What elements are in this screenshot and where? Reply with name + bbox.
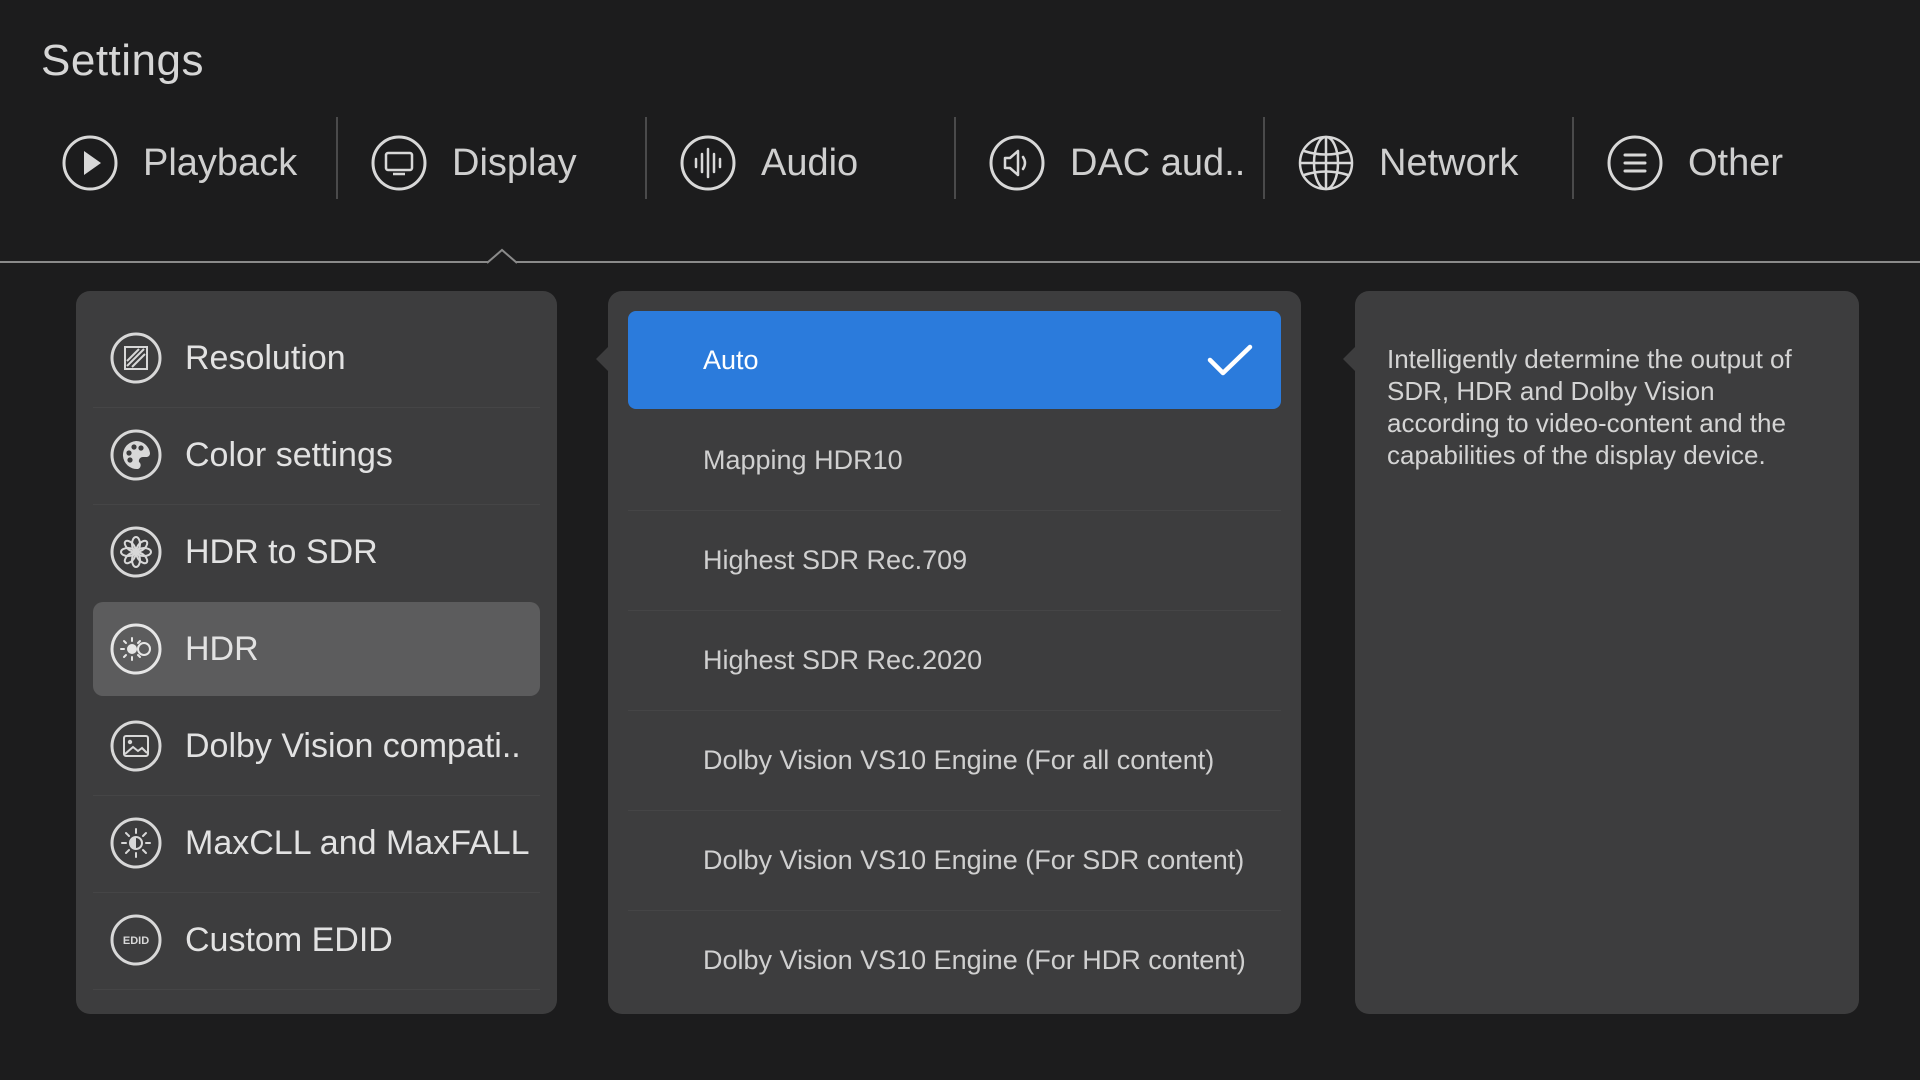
active-tab-indicator (487, 248, 517, 264)
description-panel: Intelligently determine the output of SD… (1343, 291, 1859, 1014)
option-label: Highest SDR Rec.2020 (703, 644, 983, 675)
tab-divider (954, 117, 956, 199)
audio-waveform-icon (679, 134, 737, 192)
option-label: Highest SDR Rec.709 (703, 544, 968, 575)
tab-label: Display (452, 141, 577, 184)
tab-label: Audio (761, 141, 859, 184)
tab-other[interactable]: Other (1606, 117, 1783, 209)
option-label: Dolby Vision VS10 Engine (For HDR conten… (703, 944, 1246, 975)
option-dv-vs10-hdr[interactable]: Dolby Vision VS10 Engine (For HDR conten… (628, 911, 1281, 1009)
option-dv-vs10-all[interactable]: Dolby Vision VS10 Engine (For all conten… (628, 711, 1281, 809)
tab-divider (1572, 117, 1574, 199)
menu-item-maxcll-maxfall[interactable]: MaxCLL and MaxFALL (93, 796, 540, 890)
menu-item-label: Custom EDID (185, 920, 393, 959)
display-menu-panel: Resolution Color settings HDR to SDR HDR (76, 291, 557, 1014)
tab-label: Other (1688, 141, 1784, 184)
hdr-options-panel: Auto Mapping HDR10 Highest SDR Rec.709 H… (596, 291, 1301, 1014)
option-label: Mapping HDR10 (703, 444, 903, 475)
tab-label: Playback (143, 141, 298, 184)
panel-pointer (1343, 346, 1356, 372)
tab-display[interactable]: Display (370, 117, 577, 209)
option-mapping-hdr10[interactable]: Mapping HDR10 (628, 411, 1281, 509)
tab-audio[interactable]: Audio (679, 117, 858, 209)
menu-item-label: Color settings (185, 435, 393, 474)
tab-label: Network (1379, 141, 1519, 184)
tab-playback[interactable]: Playback (61, 117, 297, 209)
brightness-icon (109, 816, 163, 870)
tab-divider (336, 117, 338, 199)
play-icon (61, 134, 119, 192)
menu-divider (93, 989, 540, 990)
tab-bar: Playback Display Audio DAC aud.. Network… (0, 117, 1920, 209)
tab-dac-audio[interactable]: DAC aud.. (988, 117, 1245, 209)
option-description: Intelligently determine the output of SD… (1387, 344, 1792, 470)
monitor-icon (370, 134, 428, 192)
menu-item-resolution[interactable]: Resolution (93, 311, 540, 405)
menu-item-hdr[interactable]: HDR (93, 602, 540, 696)
tab-underline (0, 261, 1920, 263)
panel-pointer (596, 346, 609, 372)
menu-lines-icon (1606, 134, 1664, 192)
option-auto[interactable]: Auto (628, 311, 1281, 409)
hdr-sun-icon (109, 622, 163, 676)
menu-item-dolby-vision-compatibility[interactable]: Dolby Vision compati.. (93, 699, 540, 793)
menu-item-label: HDR to SDR (185, 532, 378, 571)
palette-icon (109, 428, 163, 482)
menu-item-label: MaxCLL and MaxFALL (185, 823, 530, 862)
checkmark-icon (1207, 344, 1253, 376)
menu-item-label: Dolby Vision compati.. (185, 726, 521, 765)
page-title: Settings (41, 36, 204, 85)
menu-item-label: Resolution (185, 338, 346, 377)
speaker-icon (988, 134, 1046, 192)
option-highest-sdr-rec2020[interactable]: Highest SDR Rec.2020 (628, 611, 1281, 709)
tab-label: DAC aud.. (1070, 141, 1246, 184)
globe-icon (1297, 134, 1355, 192)
menu-item-label: HDR (185, 629, 259, 668)
option-label: Auto (703, 344, 759, 375)
resolution-icon (109, 331, 163, 385)
option-dv-vs10-sdr[interactable]: Dolby Vision VS10 Engine (For SDR conten… (628, 811, 1281, 909)
menu-item-hdr-to-sdr[interactable]: HDR to SDR (93, 505, 540, 599)
tab-divider (1263, 117, 1265, 199)
edid-icon: EDID (109, 913, 163, 967)
option-label: Dolby Vision VS10 Engine (For SDR conten… (703, 844, 1245, 875)
picture-icon (109, 719, 163, 773)
edid-badge-text: EDID (123, 935, 149, 947)
tab-divider (645, 117, 647, 199)
menu-item-color-settings[interactable]: Color settings (93, 408, 540, 502)
option-label: Dolby Vision VS10 Engine (For all conten… (703, 744, 1215, 775)
settings-screen: Settings Playback Display Audio DAC aud.… (0, 0, 1920, 1080)
option-highest-sdr-rec709[interactable]: Highest SDR Rec.709 (628, 511, 1281, 609)
aperture-icon (109, 525, 163, 579)
menu-item-custom-edid[interactable]: EDID Custom EDID (93, 893, 540, 987)
tab-network[interactable]: Network (1297, 117, 1518, 209)
